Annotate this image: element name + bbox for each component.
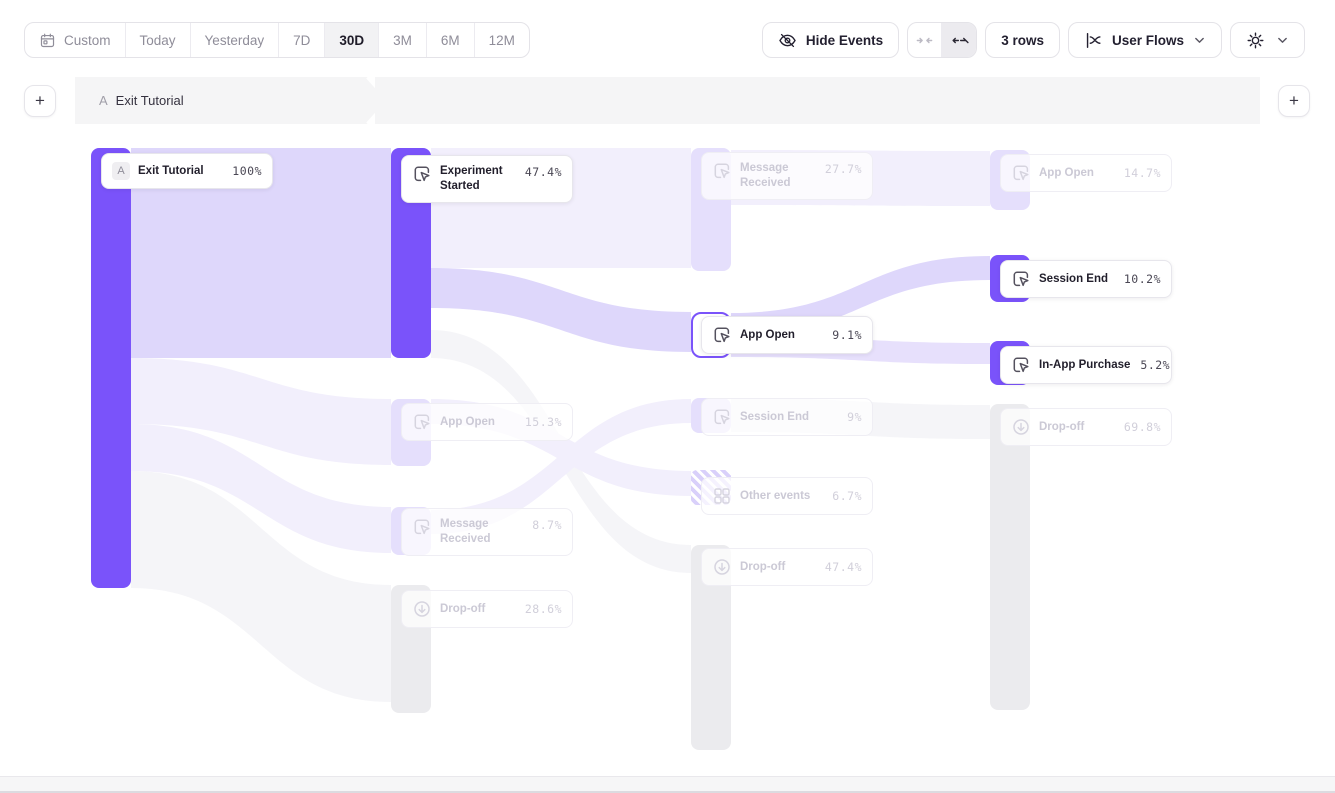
flow-band-exit-to-appopen2 xyxy=(131,358,391,465)
flow-node-card[interactable]: Experiment Started 47.4% xyxy=(401,155,573,203)
event-percent: 5.2% xyxy=(1140,358,1170,372)
user-flows-page: Custom Today Yesterday 7D 30D 3M 6M 12M … xyxy=(0,0,1335,793)
flow-node-card[interactable]: Session End 10.2% xyxy=(1000,260,1172,298)
flow-node-card[interactable]: Drop-off 47.4% xyxy=(701,548,873,586)
flow-node-bar[interactable] xyxy=(91,148,131,588)
flow-node-card[interactable]: Message Received 8.7% xyxy=(401,508,573,556)
event-icon xyxy=(712,325,732,345)
bottom-panel-edge xyxy=(0,776,1335,793)
flow-node-card[interactable]: Other events 6.7% xyxy=(701,477,873,515)
event-label: App Open xyxy=(1039,166,1114,181)
event-label: App Open xyxy=(440,415,515,430)
other-events-icon xyxy=(712,486,732,506)
event-percent: 15.3% xyxy=(525,415,562,429)
event-label: Drop-off xyxy=(440,602,515,617)
event-percent: 28.6% xyxy=(525,602,562,616)
drop-off-icon xyxy=(712,557,732,577)
flow-node-bar[interactable] xyxy=(990,404,1030,710)
event-percent: 27.7% xyxy=(825,162,862,176)
event-percent: 6.7% xyxy=(832,489,862,503)
event-label: Session End xyxy=(740,410,837,425)
flow-node-card[interactable]: App Open 15.3% xyxy=(401,403,573,441)
event-percent: 9% xyxy=(847,410,862,424)
event-label: Drop-off xyxy=(740,560,815,575)
event-label: Other events xyxy=(740,489,822,504)
flow-band-exp-to-appopen3 xyxy=(431,268,691,352)
letter-a-badge: A xyxy=(112,162,130,180)
event-percent: 69.8% xyxy=(1124,420,1161,434)
event-icon xyxy=(412,412,432,432)
event-percent: 47.4% xyxy=(525,165,562,179)
flow-node-card[interactable]: Drop-off 28.6% xyxy=(401,590,573,628)
event-label: Exit Tutorial xyxy=(138,164,222,179)
event-icon xyxy=(412,517,432,537)
flow-node-card[interactable]: A Exit Tutorial 100% xyxy=(101,153,273,189)
flow-node-card[interactable]: In-App Purchase 5.2% xyxy=(1000,346,1172,384)
drop-off-icon xyxy=(412,599,432,619)
sankey-canvas: A Exit Tutorial 100% Experiment Started 47.4… xyxy=(0,0,1335,793)
event-percent: 47.4% xyxy=(825,560,862,574)
flow-band-exit-to-message2 xyxy=(131,424,391,553)
event-label: Message Received xyxy=(440,517,522,547)
flow-node-card[interactable]: Drop-off 69.8% xyxy=(1000,408,1172,446)
event-percent: 14.7% xyxy=(1124,166,1161,180)
event-label: Message Received xyxy=(740,161,815,191)
event-percent: 10.2% xyxy=(1124,272,1161,286)
flow-node-card[interactable]: App Open 14.7% xyxy=(1000,154,1172,192)
event-label: In-App Purchase xyxy=(1039,358,1130,373)
event-percent: 9.1% xyxy=(832,328,862,342)
flow-node-card[interactable]: App Open 9.1% xyxy=(701,316,873,354)
event-icon xyxy=(1011,269,1031,289)
event-icon xyxy=(412,164,432,184)
flow-node-card[interactable]: Message Received 27.7% xyxy=(701,152,873,200)
flow-node-card[interactable]: Session End 9% xyxy=(701,398,873,436)
event-icon xyxy=(712,407,732,427)
drop-off-icon xyxy=(1011,417,1031,437)
event-label: App Open xyxy=(740,328,822,343)
event-percent: 100% xyxy=(232,164,262,178)
event-icon xyxy=(1011,355,1031,375)
flow-band-exit-to-dropoff2 xyxy=(131,471,391,702)
event-label: Drop-off xyxy=(1039,420,1114,435)
event-label: Session End xyxy=(1039,272,1114,287)
event-percent: 8.7% xyxy=(532,518,562,532)
event-label: Experiment Started xyxy=(440,164,515,194)
event-icon xyxy=(1011,163,1031,183)
flow-bands xyxy=(0,0,1335,793)
event-icon xyxy=(712,161,732,181)
